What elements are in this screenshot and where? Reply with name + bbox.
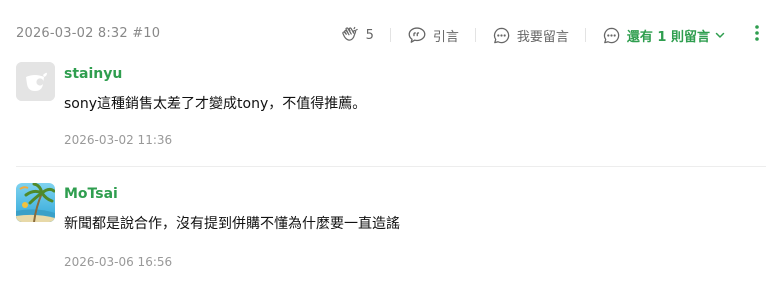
reply-button[interactable]: 我要留言 xyxy=(492,22,569,48)
quote-label: 引言 xyxy=(432,29,459,45)
quote-icon xyxy=(407,26,427,44)
reply-label: 我要留言 xyxy=(516,29,569,45)
clap-icon xyxy=(341,26,359,44)
quote-button[interactable]: 引言 xyxy=(407,22,459,48)
reply-username[interactable]: stainyu xyxy=(64,66,122,82)
clap-count: 5 xyxy=(365,27,374,43)
action-divider xyxy=(584,28,586,42)
more-replies-label: 還有 1 則留言 xyxy=(626,29,710,45)
post-header: 2026-03-02 8:32 #10 5 引言 我要留言 還有 1 則留言 xyxy=(0,0,780,56)
more-options-button[interactable] xyxy=(754,24,760,46)
clap-button[interactable]: 5 xyxy=(341,22,374,48)
reply-content: sony這種銷售太差了才變成tony，不值得推薦。 xyxy=(64,96,367,112)
more-replies-button[interactable]: 還有 1 則留言 xyxy=(602,22,726,48)
reply-timestamp: 2026-03-06 16:56 xyxy=(64,255,173,269)
more-vertical-icon xyxy=(754,24,760,46)
reply-username[interactable]: MoTsai xyxy=(64,186,118,202)
reply-timestamp: 2026-03-02 11:36 xyxy=(64,133,173,147)
comment-icon xyxy=(492,26,511,45)
action-divider xyxy=(389,28,391,42)
reply-divider xyxy=(16,166,766,167)
post-meta: 2026-03-02 8:32 #10 xyxy=(16,26,161,41)
comment-icon xyxy=(602,26,621,45)
chevron-down-icon xyxy=(714,29,726,41)
post-actions: 5 引言 我要留言 還有 1 則留言 xyxy=(341,22,780,48)
reply-content: 新聞都是說合作，沒有提到併購不懂為什麼要一直造謠 xyxy=(64,216,400,232)
avatar[interactable] xyxy=(16,62,55,101)
avatar[interactable] xyxy=(16,183,55,222)
action-divider xyxy=(474,28,476,42)
